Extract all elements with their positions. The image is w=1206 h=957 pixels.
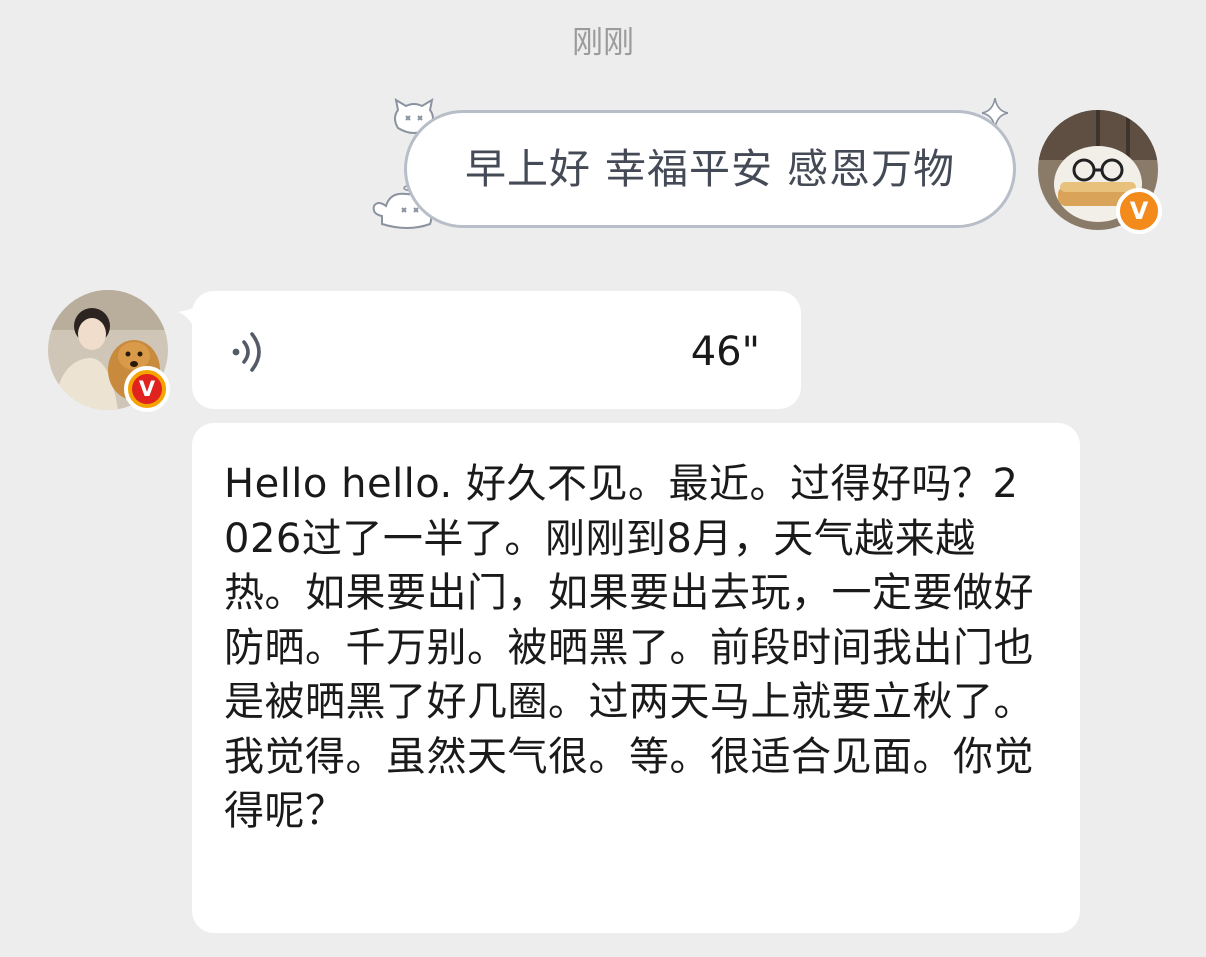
message-text: Hello hello. 好久不见。最近。过得好吗？2026过了一半了。刚刚到8… [224,461,1034,834]
voice-duration: 46" [690,329,760,375]
verified-badge-label: V [132,374,162,404]
verified-badge: V [124,366,170,412]
message-timestamp: 刚刚 [572,25,634,61]
voice-wave-icon [232,332,261,372]
sent-message-bubble[interactable]: 早上好 幸福平安 感恩万物 [404,110,1016,228]
text-message-bubble[interactable]: Hello hello. 好久不见。最近。过得好吗？2026过了一半了。刚刚到8… [192,423,1080,933]
verified-badge: V [1116,188,1162,234]
